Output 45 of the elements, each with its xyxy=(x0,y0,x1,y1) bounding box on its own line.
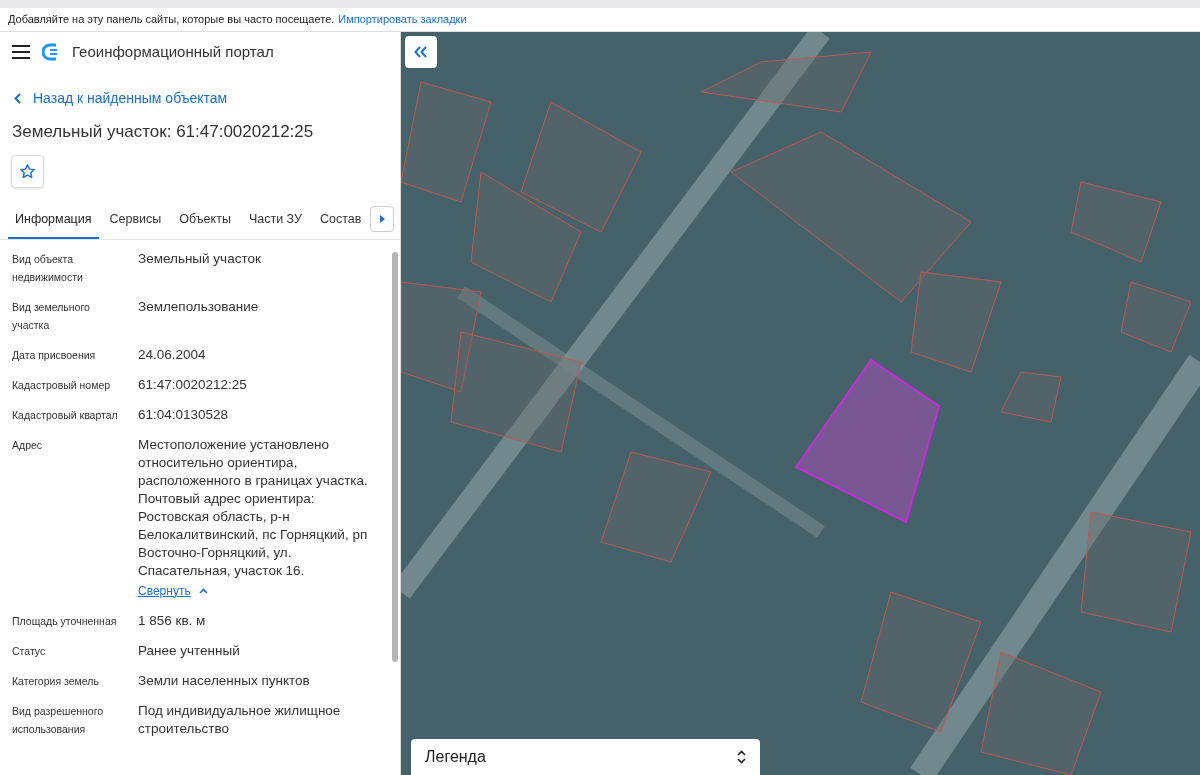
field-value: Земельный участок xyxy=(138,249,261,268)
chevron-left-icon xyxy=(14,93,21,104)
field-label: Вид объекта недвижимости xyxy=(12,251,84,285)
tab[interactable]: Информация xyxy=(8,209,99,239)
tab[interactable]: Объекты xyxy=(172,209,238,239)
double-chevron-left-icon xyxy=(414,46,428,58)
field-value: Под индивидуальное жилищное строительство xyxy=(138,701,342,738)
field-label: Дата присвоения xyxy=(12,347,97,363)
satellite-map[interactable]: Легенда xyxy=(401,32,1200,775)
field-label: Площадь уточненная xyxy=(12,613,118,629)
tab[interactable]: Состав xyxy=(313,209,369,239)
star-icon xyxy=(19,162,36,180)
field-label: Статус xyxy=(12,643,47,659)
field-value: 61:47:0020212:25 xyxy=(138,375,247,394)
field-value: 61:04:0130528 xyxy=(138,405,229,424)
favorite-button[interactable] xyxy=(11,154,44,188)
chevron-up-icon xyxy=(198,587,208,594)
collapse-link[interactable]: Свернуть xyxy=(138,581,208,600)
scroll-right-button[interactable] xyxy=(370,205,394,232)
field-value: Местоположение установлено относительно ориентира, расположенного в границах участка. Почтовый адрес ориентира: Ростовская область, р-н Белокалитвинский, пс Горняцкий, рп Восточно-Горняцкий, ул. Спасательная, участок 16. xyxy=(138,435,369,580)
caret-right-icon xyxy=(379,214,385,223)
menu-icon[interactable] xyxy=(12,45,30,59)
field-label: Вид земельного участка xyxy=(12,299,91,333)
field-value: Земли населенных пунктов xyxy=(138,671,310,690)
field-label: Кадастровый квартал xyxy=(12,407,119,423)
expand-icon xyxy=(737,750,746,764)
portal-title: Геоинформационный портал xyxy=(72,41,274,62)
bookmarks-message: Добавляйте на эту панель сайты, которые вы часто посещаете. xyxy=(8,12,335,28)
back-link[interactable]: Назад к найденным объектам xyxy=(14,88,228,109)
field-label: Вид разрешенного использования xyxy=(12,703,105,737)
scrollbar-thumb[interactable] xyxy=(392,251,398,662)
field-value: 24.06.2004 xyxy=(138,345,206,364)
tab[interactable]: Сервисы xyxy=(102,209,169,239)
field-label: Кадастровый номер xyxy=(12,377,112,393)
field-value: Ранее учтенный xyxy=(138,641,240,660)
legend-panel[interactable]: Легенда xyxy=(411,739,760,775)
collapse-panel-button[interactable] xyxy=(405,36,437,68)
field-value: 1 856 кв. м xyxy=(138,611,206,630)
import-bookmarks-link[interactable]: Импортировать закладки xyxy=(338,11,467,28)
logo-icon xyxy=(42,43,60,61)
field-value: Землепользование xyxy=(138,297,259,316)
tab[interactable]: Части ЗУ xyxy=(241,209,309,239)
object-title: Земельный участок: 61:47:0020212:25 xyxy=(12,121,315,143)
field-label: Категория земель xyxy=(12,673,100,689)
field-label: Адрес xyxy=(12,437,44,453)
